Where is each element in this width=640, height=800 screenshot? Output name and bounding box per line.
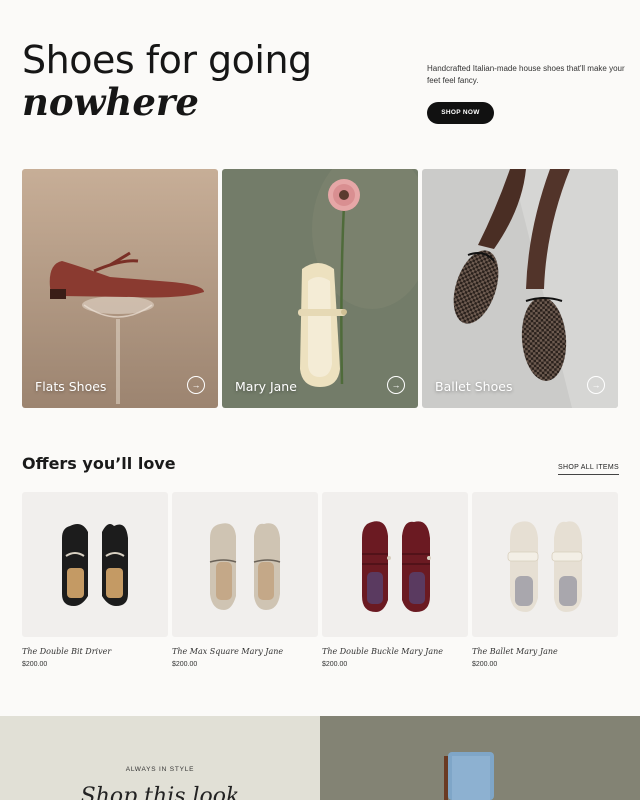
arrow-right-icon[interactable]: → [587,376,605,394]
shop-now-button[interactable]: SHOP NOW [427,102,494,124]
mary-jane-shoe-image [222,169,418,408]
ballet-shoe-image [422,169,618,408]
category-card-flats[interactable]: Flats Shoes → [22,169,218,408]
hero-description: Handcrafted Italian-made house shoes tha… [427,64,625,85]
flats-shoe-image [22,169,218,408]
product-image[interactable] [22,492,168,637]
hero-section: Shoes for going nowhere Handcrafted Ital… [0,0,640,160]
product-name[interactable]: The Double Buckle Mary Jane [322,647,468,656]
product-price: $200.00 [472,661,498,668]
product-card[interactable]: The Double Bit Driver $200.00 [22,492,168,668]
product-image[interactable] [472,492,618,637]
product-name[interactable]: The Ballet Mary Jane [472,647,618,656]
hero-title: Shoes for going [22,38,312,82]
offers-section-title: Offers you’ll love [22,454,176,473]
product-price: $200.00 [172,661,198,668]
category-label: Flats Shoes [35,379,107,394]
product-card[interactable]: The Double Buckle Mary Jane $200.00 [322,492,468,668]
hero-title-italic: nowhere [22,80,199,124]
product-price: $200.00 [322,661,348,668]
product-image[interactable] [322,492,468,637]
product-image[interactable] [172,492,318,637]
category-card-ballet[interactable]: Ballet Shoes → [422,169,618,408]
arrow-right-icon[interactable]: → [387,376,405,394]
shop-the-look-image [320,716,640,800]
category-label: Mary Jane [235,379,297,394]
shop-all-items-link[interactable]: SHOP ALL ITEMS [558,464,619,475]
product-card[interactable]: The Max Square Mary Jane $200.00 [172,492,318,668]
product-name[interactable]: The Double Bit Driver [22,647,168,656]
arrow-right-icon[interactable]: → [187,376,205,394]
promo-eyebrow: ALWAYS IN STYLE [125,766,195,773]
category-card-mary-jane[interactable]: Mary Jane → [222,169,418,408]
promo-title[interactable]: Shop this look [0,784,320,800]
category-label: Ballet Shoes [435,379,513,394]
product-price: $200.00 [22,661,48,668]
product-card[interactable]: The Ballet Mary Jane $200.00 [472,492,618,668]
product-name[interactable]: The Max Square Mary Jane [172,647,318,656]
shop-the-look-panel: ALWAYS IN STYLE Shop this look [0,716,320,800]
